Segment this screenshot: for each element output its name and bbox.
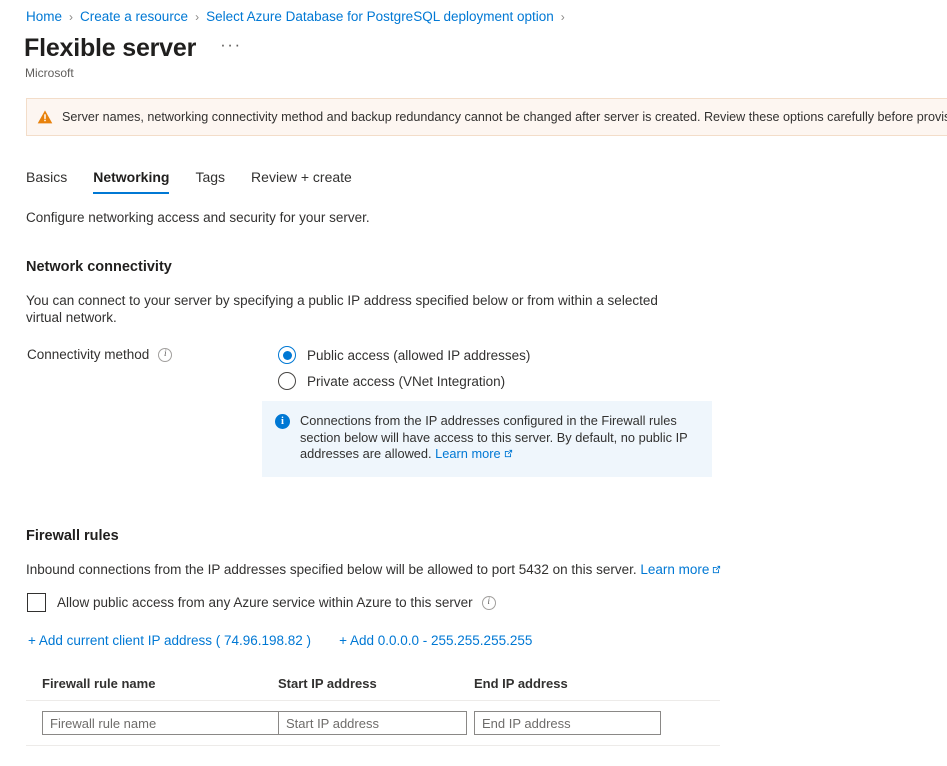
connectivity-method-label-row: Connectivity method i (27, 347, 173, 362)
checkbox-unchecked-icon[interactable] (27, 593, 46, 612)
page-description: Configure networking access and security… (26, 210, 370, 225)
firewall-rule-name-input[interactable] (42, 711, 291, 735)
radio-unselected-icon (278, 372, 296, 390)
radio-selected-icon (278, 346, 296, 364)
radio-public-access[interactable]: Public access (allowed IP addresses) (278, 342, 530, 368)
tab-tags[interactable]: Tags (195, 168, 225, 194)
radio-public-access-label: Public access (allowed IP addresses) (307, 347, 531, 363)
firewall-rules-description-wrap: Inbound connections from the IP addresse… (26, 561, 721, 578)
chevron-right-icon: › (69, 10, 74, 24)
allow-azure-services-checkbox-row[interactable]: Allow public access from any Azure servi… (27, 593, 496, 612)
breadcrumb: Home › Create a resource › Select Azure … (26, 8, 572, 26)
breadcrumb-item-home[interactable]: Home (26, 8, 62, 26)
warning-banner-text: Server names, networking connectivity me… (62, 110, 947, 124)
tab-review-create[interactable]: Review + create (251, 168, 352, 194)
info-filled-icon: i (275, 414, 290, 429)
more-options-icon[interactable]: ··· (216, 36, 245, 53)
firewall-rules-table: Firewall rule name Start IP address End … (26, 676, 720, 746)
firewall-rules-learn-more-link[interactable]: Learn more (640, 562, 709, 577)
column-header-end-ip: End IP address (474, 676, 568, 691)
external-link-icon (712, 561, 721, 574)
add-current-client-ip-link[interactable]: + Add current client IP address ( 74.96.… (28, 633, 311, 648)
breadcrumb-item-create-a-resource[interactable]: Create a resource (80, 8, 188, 26)
external-link-icon (504, 446, 513, 458)
column-header-start-ip: Start IP address (278, 676, 377, 691)
end-ip-address-input[interactable] (474, 711, 661, 735)
add-all-ip-range-link[interactable]: + Add 0.0.0.0 - 255.255.255.255 (339, 633, 532, 648)
page-title: Flexible server (24, 34, 197, 62)
table-header-row: Firewall rule name Start IP address End … (26, 676, 720, 701)
network-connectivity-heading: Network connectivity (26, 259, 172, 275)
cell-start-ip (278, 711, 474, 735)
tab-basics[interactable]: Basics (26, 168, 67, 194)
start-ip-address-input[interactable] (278, 711, 467, 735)
warning-triangle-icon (37, 109, 53, 125)
info-icon[interactable]: i (158, 347, 173, 362)
column-header-rule-name: Firewall rule name (42, 676, 156, 691)
title-row: Flexible server ··· (24, 33, 246, 63)
cell-end-ip (474, 711, 674, 735)
breadcrumb-item-select-deployment-option[interactable]: Select Azure Database for PostgreSQL dep… (206, 8, 554, 26)
table-row (26, 701, 720, 746)
radio-private-access[interactable]: Private access (VNet Integration) (278, 368, 530, 394)
chevron-right-icon: › (195, 10, 200, 24)
chevron-right-icon: › (560, 10, 565, 24)
warning-banner: Server names, networking connectivity me… (26, 98, 947, 136)
firewall-add-links: + Add current client IP address ( 74.96.… (28, 633, 560, 648)
connectivity-method-radio-group: Public access (allowed IP addresses) Pri… (278, 342, 530, 394)
firewall-rules-description: Inbound connections from the IP addresse… (26, 562, 641, 577)
connectivity-method-label: Connectivity method (27, 347, 150, 362)
tab-networking[interactable]: Networking (93, 168, 170, 194)
info-box-learn-more-link[interactable]: Learn more (435, 446, 500, 461)
public-access-info-box: i Connections from the IP addresses conf… (262, 401, 712, 477)
info-box-text-wrap: Connections from the IP addresses config… (300, 413, 698, 463)
network-connectivity-description: You can connect to your server by specif… (26, 293, 658, 325)
publisher-label: Microsoft (25, 66, 74, 80)
cell-rule-name (26, 711, 291, 735)
info-icon[interactable]: i (481, 595, 496, 610)
tab-bar: Basics Networking Tags Review + create (26, 168, 378, 194)
radio-private-access-label: Private access (VNet Integration) (307, 373, 506, 389)
allow-azure-services-label: Allow public access from any Azure servi… (57, 595, 473, 610)
firewall-rules-heading: Firewall rules (26, 528, 119, 544)
networking-page: Home › Create a resource › Select Azure … (0, 0, 947, 766)
